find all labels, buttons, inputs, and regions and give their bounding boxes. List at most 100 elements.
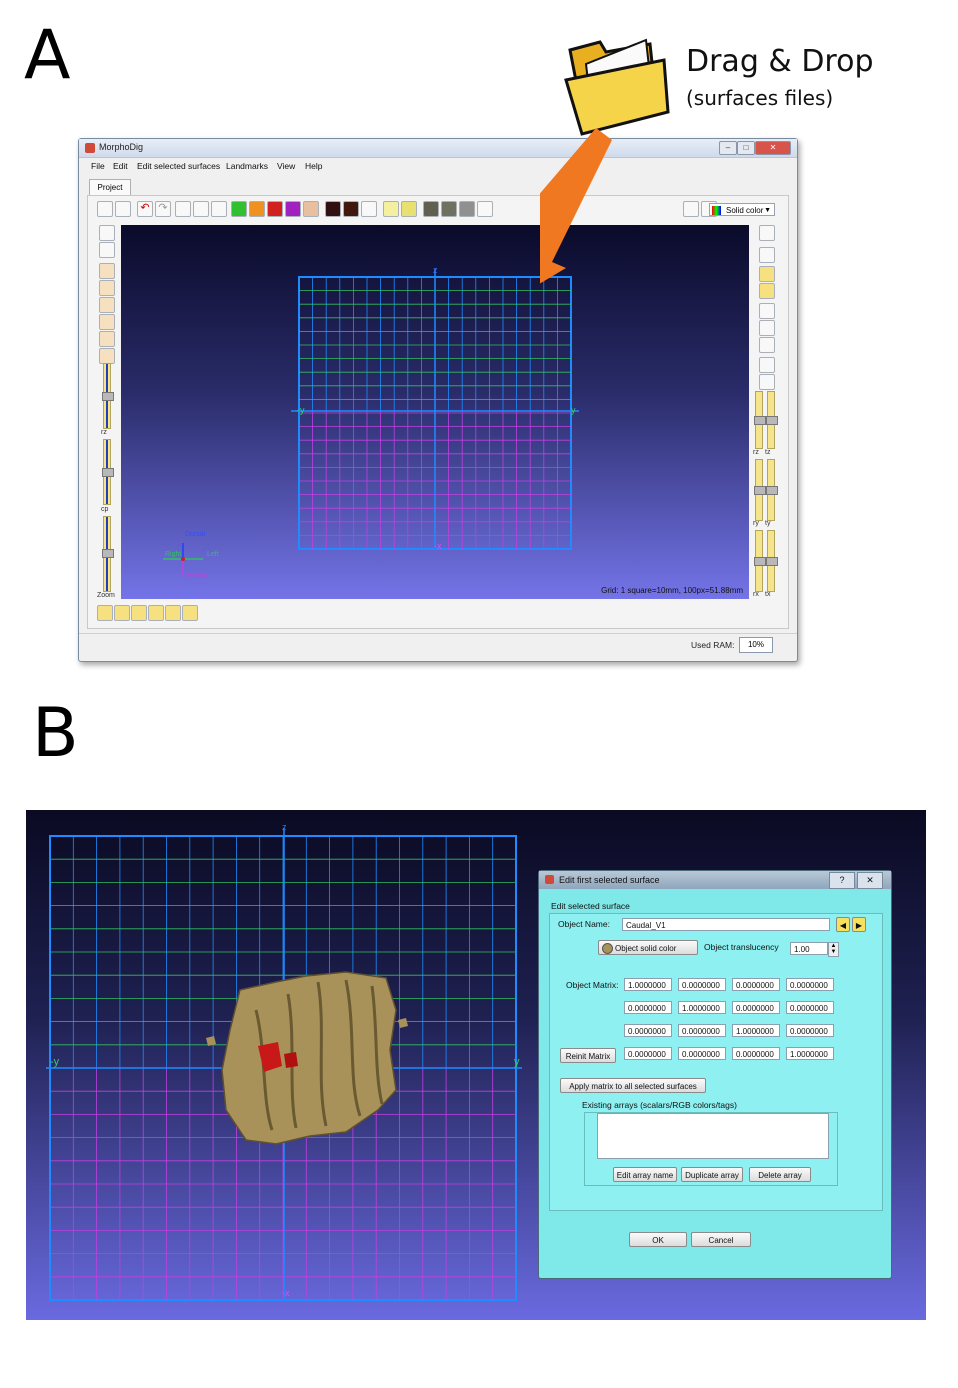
menu-help[interactable]: Help [305, 161, 322, 171]
settings-icon[interactable] [477, 201, 493, 217]
label-icon[interactable] [759, 320, 775, 336]
landmark-icon[interactable] [211, 201, 227, 217]
close-icon[interactable]: ✕ [755, 141, 791, 155]
view-preset-2-icon[interactable] [114, 605, 130, 621]
translucency-spinner[interactable]: ▲ ▼ [828, 942, 839, 957]
flag-icon[interactable] [303, 201, 319, 217]
matrix-cell[interactable]: 0.0000000 [786, 978, 834, 991]
landmark-purple-icon[interactable] [285, 201, 301, 217]
menu-landmarks[interactable]: Landmarks [226, 161, 268, 171]
ruler-icon[interactable] [759, 357, 775, 373]
maximize-icon[interactable]: □ [737, 141, 755, 155]
matrix-cell[interactable]: 1.0000000 [678, 1001, 726, 1014]
object-name-field[interactable]: Caudal_V1 [622, 918, 830, 931]
camera-icon[interactable] [423, 201, 439, 217]
cp-slider[interactable] [102, 439, 114, 505]
minimize-icon[interactable]: – [719, 141, 737, 155]
menu-edit-selected-surfaces[interactable]: Edit selected surfaces [137, 161, 220, 171]
sound-icon[interactable] [99, 242, 115, 258]
rgb-icon[interactable] [361, 201, 377, 217]
undo-icon[interactable]: ↶ [137, 201, 153, 217]
translucency-field[interactable]: 1.00 [790, 942, 828, 955]
tz-slider[interactable] [766, 391, 778, 449]
rz-right-slider[interactable] [754, 391, 766, 449]
camera2-icon[interactable] [441, 201, 457, 217]
close-icon[interactable]: ✕ [857, 872, 883, 889]
camera-reset-icon[interactable] [99, 225, 115, 241]
film-icon[interactable] [459, 201, 475, 217]
cancel-button[interactable]: Cancel [691, 1232, 751, 1247]
flag-right-icon[interactable] [759, 337, 775, 353]
view-ventral-icon[interactable] [99, 348, 115, 364]
view-left-icon[interactable] [99, 297, 115, 313]
axis-neg-y-label: -y [297, 405, 305, 415]
arrays-group: Edit array name Duplicate array Delete a… [584, 1112, 838, 1186]
trash-icon[interactable] [759, 225, 775, 241]
view-right-icon[interactable] [99, 314, 115, 330]
view-preset-1-icon[interactable] [97, 605, 113, 621]
menu-edit[interactable]: Edit [113, 161, 128, 171]
redo-icon[interactable]: ↷ [155, 201, 171, 217]
matrix-cell[interactable]: 0.0000000 [732, 978, 780, 991]
menu-file[interactable]: File [91, 161, 105, 171]
delete-array-button[interactable]: Delete array [749, 1167, 811, 1182]
move-icon[interactable] [193, 201, 209, 217]
rx-slider[interactable] [754, 530, 766, 592]
landmark-green-icon[interactable] [231, 201, 247, 217]
zoom-slider[interactable] [102, 516, 114, 592]
landmark-orange-icon[interactable] [249, 201, 265, 217]
view-anterior-icon[interactable] [99, 263, 115, 279]
move-down-icon[interactable] [759, 283, 775, 299]
apply-matrix-button[interactable]: Apply matrix to all selected surfaces [560, 1078, 706, 1093]
ty-slider[interactable] [766, 459, 778, 521]
tx-slider[interactable] [766, 530, 778, 592]
duplicate-array-button[interactable]: Duplicate array [681, 1167, 743, 1182]
matrix-cell[interactable]: 1.0000000 [786, 1047, 834, 1060]
view-preset-3-icon[interactable] [131, 605, 147, 621]
matrix-cell[interactable]: 0.0000000 [678, 1024, 726, 1037]
matrix-cell[interactable]: 0.0000000 [624, 1047, 672, 1060]
matrix-cell[interactable]: 1.0000000 [624, 978, 672, 991]
lasso-icon[interactable] [175, 201, 191, 217]
rotate-icon[interactable] [759, 374, 775, 390]
rz-slider[interactable] [102, 363, 114, 429]
matrix-cell[interactable]: 0.0000000 [678, 1047, 726, 1060]
view-preset-5-icon[interactable] [165, 605, 181, 621]
matrix-cell[interactable]: 0.0000000 [786, 1024, 834, 1037]
tab-project[interactable]: Project [89, 179, 131, 196]
matrix-cell[interactable]: 0.0000000 [732, 1001, 780, 1014]
edit-array-name-button[interactable]: Edit array name [613, 1167, 677, 1182]
move-up-icon[interactable] [759, 266, 775, 282]
view-posterior-icon[interactable] [99, 280, 115, 296]
matrix-cell[interactable]: 0.0000000 [678, 978, 726, 991]
view-dorsal-icon[interactable] [99, 331, 115, 347]
ok-button[interactable]: OK [629, 1232, 687, 1247]
matrix-cell[interactable]: 0.0000000 [624, 1001, 672, 1014]
matrix-cell[interactable]: 0.0000000 [624, 1024, 672, 1037]
render-mode-select[interactable]: Solid color ▼ [709, 203, 775, 216]
landmark-red-right-icon[interactable] [759, 303, 775, 319]
ry-slider[interactable] [754, 459, 766, 521]
axis-neg-x-label: -x [434, 541, 442, 551]
matrix-cell[interactable]: 0.0000000 [786, 1001, 834, 1014]
object-solid-color-button[interactable]: Object solid color [598, 940, 698, 955]
panel-label-b: B [32, 694, 79, 773]
previous-surface-icon[interactable]: ◀ [836, 917, 850, 932]
scalar2-icon[interactable] [343, 201, 359, 217]
view-preset-6-icon[interactable] [182, 605, 198, 621]
menu-view[interactable]: View [277, 161, 295, 171]
open-project-icon[interactable] [115, 201, 131, 217]
matrix-cell[interactable]: 0.0000000 [732, 1047, 780, 1060]
light-icon[interactable] [383, 201, 399, 217]
view-preset-4-icon[interactable] [148, 605, 164, 621]
landmark-label-icon[interactable] [759, 247, 775, 263]
reinit-matrix-button[interactable]: Reinit Matrix [560, 1048, 616, 1063]
help-icon[interactable]: ? [829, 872, 855, 889]
open-icon[interactable] [97, 201, 113, 217]
next-surface-icon[interactable]: ▶ [852, 917, 866, 932]
scalar-icon[interactable] [325, 201, 341, 217]
light2-icon[interactable] [401, 201, 417, 217]
matrix-cell[interactable]: 1.0000000 [732, 1024, 780, 1037]
landmark-red-icon[interactable] [267, 201, 283, 217]
arrays-list[interactable] [597, 1113, 829, 1159]
